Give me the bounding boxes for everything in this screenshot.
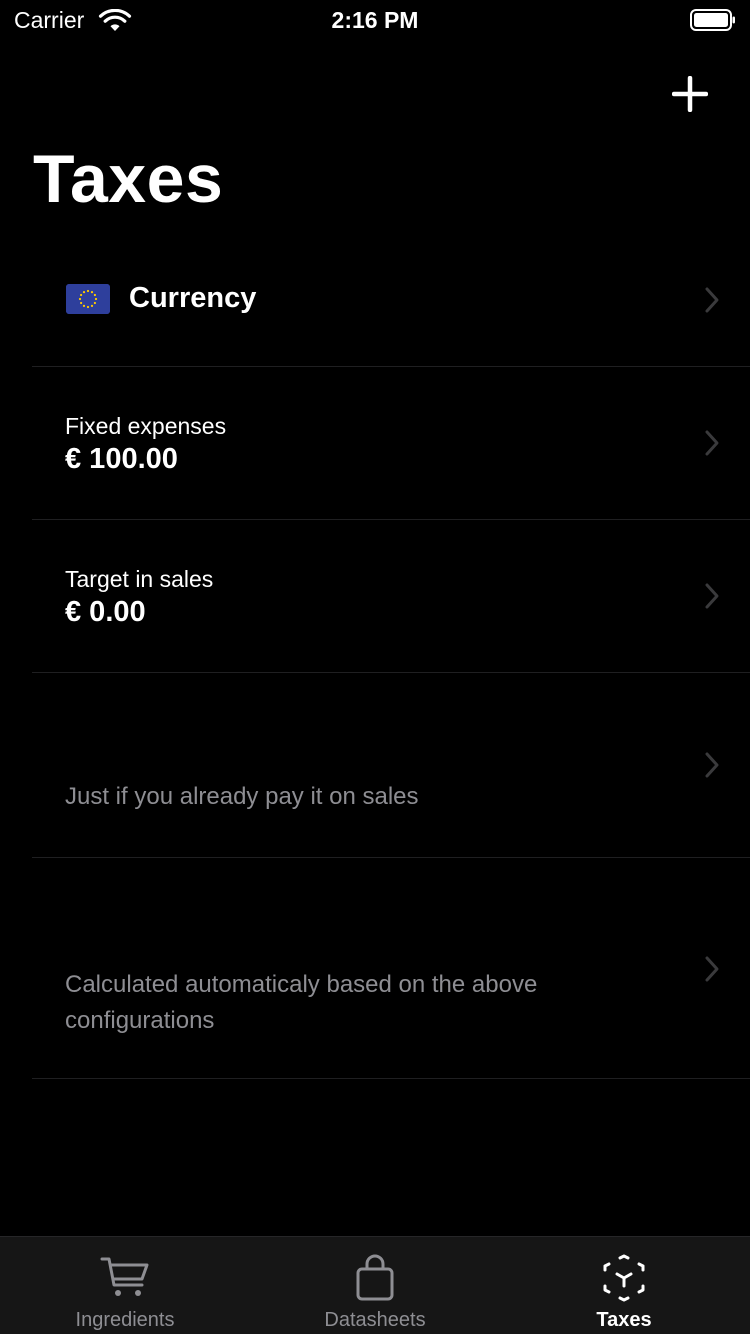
sales-tax-note: Just if you already pay it on sales xyxy=(65,783,419,810)
chevron-right-icon xyxy=(705,583,719,609)
chevron-right-icon xyxy=(705,956,719,982)
target-in-sales-label: Target in sales xyxy=(65,566,214,592)
calculated-note: Calculated automaticaly based on the abo… xyxy=(65,971,538,1034)
status-time: 2:16 PM xyxy=(331,7,419,33)
battery-icon xyxy=(690,9,735,31)
tab-taxes[interactable]: Taxes xyxy=(499,1237,749,1334)
tab-ingredients-label: Ingredients xyxy=(75,1309,175,1331)
currency-row[interactable]: Currency xyxy=(0,232,750,367)
bag-icon xyxy=(356,1254,394,1301)
page-title: Taxes xyxy=(33,141,224,217)
row-divider xyxy=(32,1078,750,1079)
cart-icon xyxy=(100,1257,149,1296)
currency-label: Currency xyxy=(129,282,257,314)
tab-ingredients[interactable]: Ingredients xyxy=(0,1237,250,1334)
settings-list: Currency Fixed expenses € 100.00 Target … xyxy=(0,232,750,1079)
tab-bar: Ingredients Datasheets Taxes xyxy=(0,1236,750,1334)
sales-tax-row[interactable]: Just if you already pay it on sales xyxy=(0,673,750,858)
status-bar: Carrier 2:16 PM xyxy=(0,0,750,40)
add-button[interactable] xyxy=(672,76,708,112)
chevron-right-icon xyxy=(705,287,719,313)
fixed-expenses-row[interactable]: Fixed expenses € 100.00 xyxy=(0,367,750,520)
tab-datasheets-label: Datasheets xyxy=(324,1309,426,1331)
chevron-right-icon xyxy=(705,752,719,778)
tab-taxes-label: Taxes xyxy=(596,1309,652,1331)
eu-flag-icon xyxy=(66,284,110,314)
taxes-screen: Carrier 2:16 PM Taxes Currency Fixed exp… xyxy=(0,0,750,1334)
calculated-tax-row[interactable]: Calculated automaticaly based on the abo… xyxy=(0,858,750,1079)
cube-icon xyxy=(603,1254,645,1302)
fixed-expenses-value: € 100.00 xyxy=(65,443,178,475)
chevron-right-icon xyxy=(705,430,719,456)
target-in-sales-row[interactable]: Target in sales € 0.00 xyxy=(0,520,750,673)
fixed-expenses-label: Fixed expenses xyxy=(65,413,227,439)
plus-icon xyxy=(672,76,708,112)
tab-datasheets[interactable]: Datasheets xyxy=(250,1237,500,1334)
target-in-sales-value: € 0.00 xyxy=(65,596,146,628)
